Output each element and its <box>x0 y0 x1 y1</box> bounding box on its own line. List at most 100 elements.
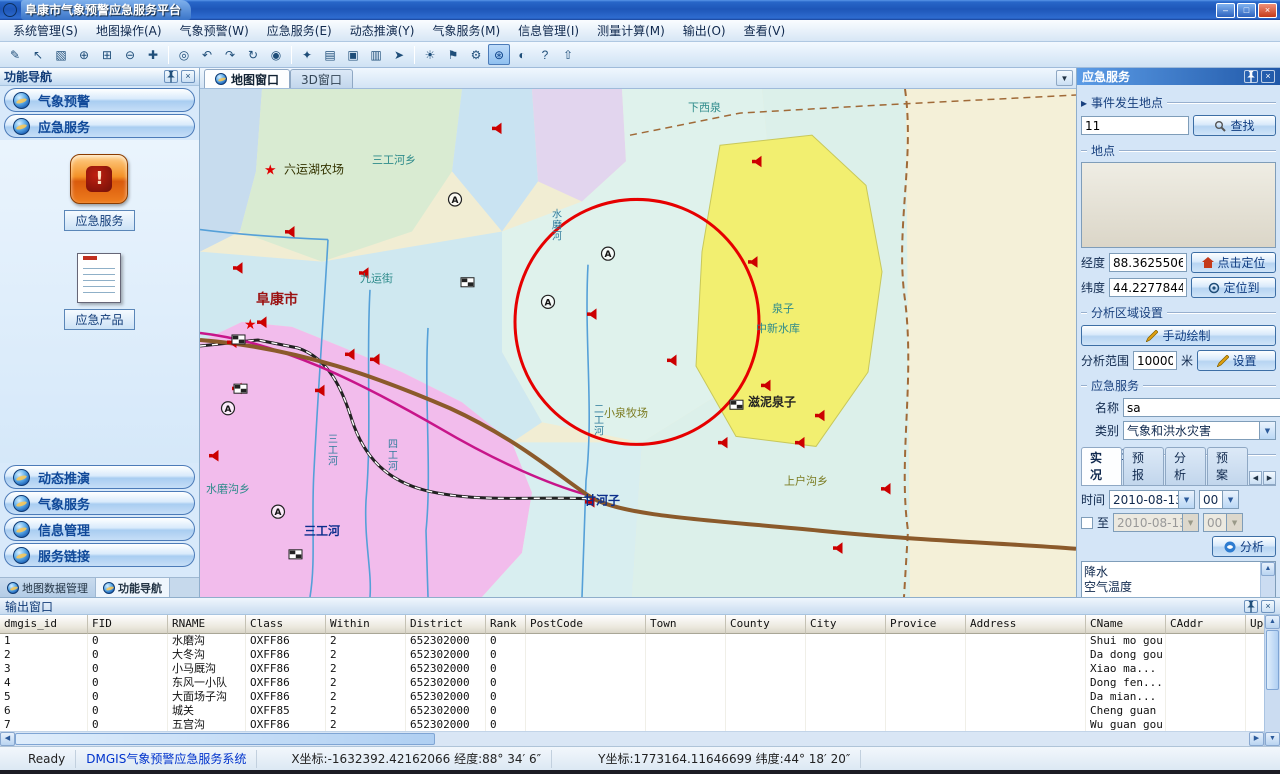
table-row[interactable]: 70五宫沟OXFF8626523020000Wu guan gou <box>0 718 1264 731</box>
print-tool[interactable]: ▥ <box>365 44 387 65</box>
column-header-CAddr[interactable]: CAddr <box>1166 615 1246 634</box>
pin-icon[interactable] <box>1244 70 1258 83</box>
station-a-icon[interactable] <box>272 505 285 518</box>
tab-analysis[interactable]: 分析 <box>1165 447 1206 485</box>
menu-measure-calc[interactable]: 测量计算(M) <box>588 20 674 41</box>
station-a-icon[interactable] <box>222 402 235 415</box>
nav-button-dynamic-deduction[interactable]: 动态推演 <box>4 465 195 489</box>
station-a-icon[interactable] <box>602 247 615 260</box>
zoom-window-tool[interactable]: ⊞ <box>96 44 118 65</box>
tab-3d-window[interactable]: 3D窗口 <box>290 69 353 88</box>
shortcut-emergency-product[interactable]: 应急产品 <box>64 253 134 330</box>
table-row[interactable]: 60城关OXFF8526523020000Cheng guan <box>0 704 1264 718</box>
full-extent-tool[interactable]: ◎ <box>173 44 195 65</box>
close-icon[interactable]: × <box>181 70 195 83</box>
event-location-input[interactable] <box>1081 116 1189 135</box>
search-button[interactable]: 查找 <box>1193 115 1276 136</box>
zoom-out-tool[interactable]: ⊖ <box>119 44 141 65</box>
flag-icon[interactable] <box>289 550 302 559</box>
nav-button-emergency-service[interactable]: 应急服务 <box>4 114 195 138</box>
edit-tool[interactable]: ✎ <box>4 44 26 65</box>
tab-live[interactable]: 实况 <box>1081 447 1122 485</box>
scroll-down-icon[interactable]: ▼ <box>1265 732 1280 746</box>
attribute-table-tool[interactable]: ▤ <box>319 44 341 65</box>
flag-icon[interactable] <box>232 335 245 344</box>
column-header-Address[interactable]: Address <box>966 615 1086 634</box>
column-header-Provice[interactable]: Provice <box>886 615 966 634</box>
menu-view[interactable]: 查看(V) <box>735 20 795 41</box>
close-icon[interactable]: × <box>1261 600 1275 613</box>
column-header-Rank[interactable]: Rank <box>486 615 526 634</box>
select-box-tool[interactable]: ▧ <box>50 44 72 65</box>
column-header-City[interactable]: City <box>806 615 886 634</box>
analysis-range-input[interactable] <box>1133 351 1177 370</box>
shortcut-emergency-service[interactable]: !应急服务 <box>64 154 134 231</box>
table-row[interactable]: 40东风一小队OXFF8626523020000Dong fen... <box>0 676 1264 690</box>
refresh-tool[interactable]: ↻ <box>242 44 264 65</box>
end-hour-select[interactable]: 00 ▼ <box>1203 513 1243 532</box>
locate-to-button[interactable]: 定位到 <box>1191 277 1276 298</box>
column-header-Class[interactable]: Class <box>246 615 326 634</box>
table-row[interactable]: 10水磨沟OXFF8626523020000Shui mo gou <box>0 634 1264 648</box>
horizontal-scrollbar[interactable]: ◀ ▶ <box>0 731 1264 746</box>
scroll-left-icon[interactable]: ◀ <box>0 732 15 746</box>
column-header-CName[interactable]: CName <box>1086 615 1166 634</box>
export-tool[interactable]: ⇧ <box>557 44 579 65</box>
panel-tab-map-data-management[interactable]: 地图数据管理 <box>0 578 96 597</box>
menu-dynamic-deduction[interactable]: 动态推演(Y) <box>341 20 424 41</box>
station-a-icon[interactable] <box>449 193 462 206</box>
next-extent-tool[interactable]: ↷ <box>219 44 241 65</box>
pan-tool[interactable]: ✚ <box>142 44 164 65</box>
column-header-District[interactable]: District <box>406 615 486 634</box>
set-range-button[interactable]: 设置 <box>1197 350 1276 371</box>
list-item[interactable]: 降水 <box>1084 563 1258 578</box>
flag-icon[interactable] <box>234 384 247 393</box>
column-header-Within[interactable]: Within <box>326 615 406 634</box>
place-list[interactable] <box>1081 162 1276 248</box>
column-header-Town[interactable]: Town <box>646 615 726 634</box>
identify-tool[interactable]: ◉ <box>265 44 287 65</box>
close-button[interactable]: × <box>1258 3 1277 18</box>
chevron-down-icon[interactable]: ▼ <box>1222 491 1238 508</box>
station-a-icon[interactable] <box>542 295 555 308</box>
pointer-tool[interactable]: ➤ <box>388 44 410 65</box>
list-scrollbar[interactable]: ▲ ▼ <box>1260 562 1275 597</box>
menu-weather-service[interactable]: 气象服务(M) <box>423 20 509 41</box>
to-checkbox[interactable] <box>1081 517 1093 529</box>
find-tool[interactable]: ✦ <box>296 44 318 65</box>
scrollbar-thumb[interactable] <box>1266 630 1279 690</box>
pin-icon[interactable] <box>1244 600 1258 613</box>
tab-list-dropdown-icon[interactable]: ▼ <box>1056 70 1073 86</box>
zoom-in-tool[interactable]: ⊕ <box>73 44 95 65</box>
end-date-select[interactable]: 2010-08-13 ▼ <box>1113 513 1199 532</box>
vertical-scrollbar[interactable]: ▲ ▼ <box>1264 615 1280 746</box>
table-row[interactable]: 30小马厩沟OXFF8626523020000Xiao ma... <box>0 662 1264 676</box>
panel-tab-function-navigation[interactable]: 功能导航 <box>96 578 170 597</box>
tab-map-window[interactable]: 地图窗口 <box>204 69 290 88</box>
table-row[interactable]: 50大面场子沟OXFF8626523020000Da mian... <box>0 690 1264 704</box>
previous-extent-tool[interactable]: ↶ <box>196 44 218 65</box>
image-tool[interactable]: ▣ <box>342 44 364 65</box>
manual-draw-button[interactable]: 手动绘制 <box>1081 325 1276 346</box>
column-header-dmgis_id[interactable]: dmgis_id <box>0 615 88 634</box>
eye-tool[interactable]: ◐ <box>511 44 533 65</box>
close-icon[interactable]: × <box>1261 70 1275 83</box>
menu-output[interactable]: 输出(O) <box>674 20 735 41</box>
element-list[interactable]: 降水空气温度 ▲ ▼ <box>1081 561 1276 597</box>
highlight-tool[interactable]: ☀ <box>419 44 441 65</box>
service-name-input[interactable] <box>1123 398 1280 417</box>
service-type-select[interactable]: 气象和洪水灾害 ▼ <box>1123 421 1276 440</box>
select-features-tool[interactable]: ↖ <box>27 44 49 65</box>
help-tool[interactable]: ? <box>534 44 556 65</box>
nav-button-info-management[interactable]: 信息管理 <box>4 517 195 541</box>
chevron-down-icon[interactable]: ▼ <box>1259 422 1275 439</box>
locate-by-click-button[interactable]: 点击定位 <box>1191 252 1276 273</box>
tab-scroll-left-icon[interactable]: ◀ <box>1249 471 1262 485</box>
minimize-button[interactable]: – <box>1216 3 1235 18</box>
flag-icon[interactable] <box>461 278 474 287</box>
column-header-Update[interactable]: Update <box>1246 615 1264 634</box>
column-header-County[interactable]: County <box>726 615 806 634</box>
restore-button[interactable]: □ <box>1237 3 1256 18</box>
tab-scroll-right-icon[interactable]: ▶ <box>1263 471 1276 485</box>
start-date-select[interactable]: 2010-08-13 ▼ <box>1109 490 1195 509</box>
